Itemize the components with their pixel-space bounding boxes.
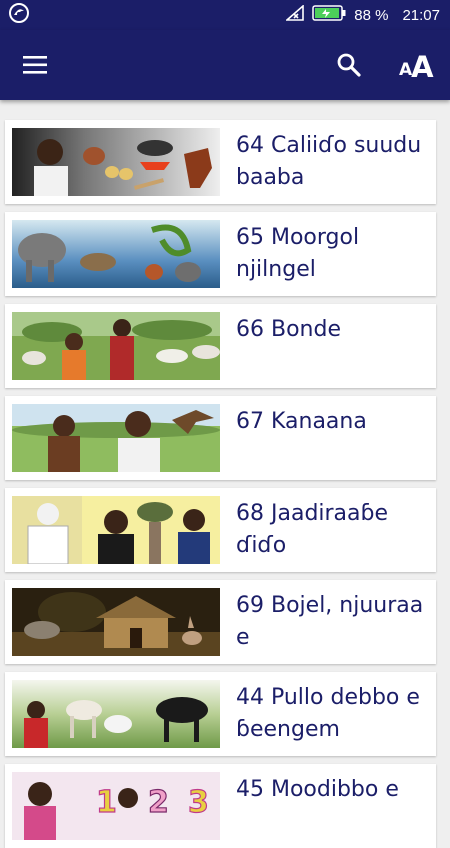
lesson-card[interactable]: 67 Kanaana <box>5 396 436 480</box>
lesson-card[interactable]: 44 Pullo debbo e ɓeengem <box>5 672 436 756</box>
lesson-title: 66 Bonde <box>236 317 341 342</box>
search-icon[interactable] <box>336 52 362 78</box>
lesson-title: 64 Caliiɗo suudu baaba <box>236 133 422 190</box>
app-bar: A A <box>0 30 450 100</box>
signal-icon <box>285 4 305 25</box>
svg-text:1: 1 <box>96 785 117 820</box>
lesson-title: 44 Pullo debbo e ɓeengem <box>236 685 420 742</box>
lesson-card[interactable]: 66 Bonde <box>5 304 436 388</box>
lesson-card[interactable]: 64 Caliiɗo suudu baaba <box>5 120 436 204</box>
lesson-thumbnail <box>12 312 220 380</box>
lesson-thumbnail <box>12 404 220 472</box>
lesson-title: 68 Jaadiraaɓe ɗiɗo <box>236 501 389 558</box>
lesson-card[interactable]: 69 Bojel, njuuraa e <box>5 580 436 664</box>
svg-text:3: 3 <box>188 785 209 820</box>
lesson-title: 45 Moodibbo e <box>236 777 399 802</box>
font-size-icon[interactable]: A A <box>399 46 434 84</box>
lesson-thumbnail <box>12 496 220 564</box>
lesson-thumbnail <box>12 128 220 196</box>
lesson-title: 65 Moorgol njilngel <box>236 225 360 282</box>
hamburger-menu-icon[interactable] <box>22 53 48 77</box>
font-size-small-label: A <box>399 60 412 80</box>
lesson-card[interactable]: 68 Jaadiraaɓe ɗiɗo <box>5 488 436 572</box>
lesson-title: 69 Bojel, njuuraa e <box>236 593 424 650</box>
font-size-big-label: A <box>411 50 433 84</box>
clock: 21:07 <box>402 6 440 24</box>
lesson-card[interactable]: 1 2 3 45 Moodibbo e <box>5 764 436 848</box>
lesson-thumbnail <box>12 680 220 748</box>
app-notification-icon <box>8 2 30 28</box>
battery-percent: 88 % <box>354 6 389 24</box>
status-bar: 88 % 21:07 <box>0 0 450 30</box>
lesson-card[interactable]: 65 Moorgol njilngel <box>5 212 436 296</box>
lesson-thumbnail: 1 2 3 <box>12 772 220 840</box>
lesson-thumbnail <box>12 220 220 288</box>
svg-text:2: 2 <box>148 785 169 820</box>
lesson-thumbnail <box>12 588 220 656</box>
lesson-title: 67 Kanaana <box>236 409 367 434</box>
battery-icon <box>312 5 346 25</box>
